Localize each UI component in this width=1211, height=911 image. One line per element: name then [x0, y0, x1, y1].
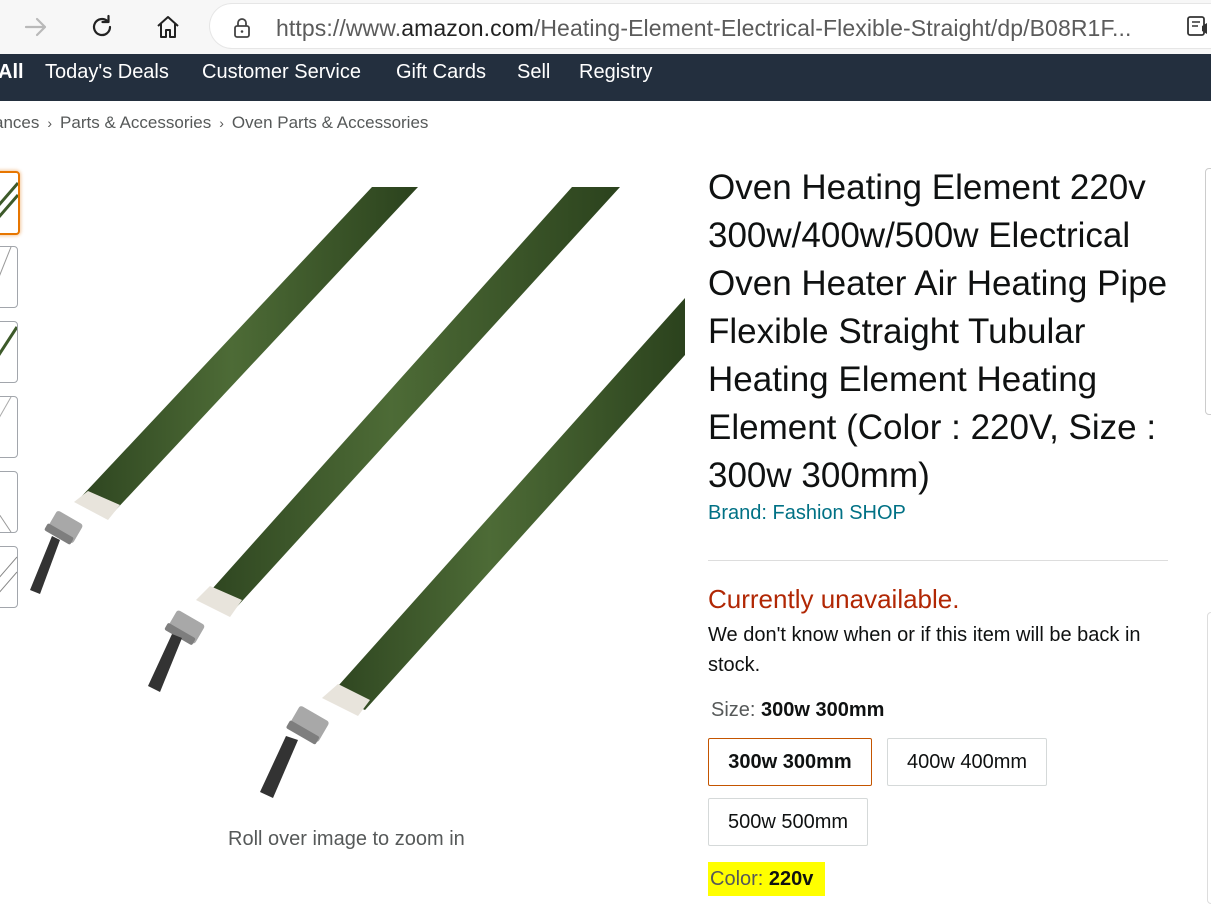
product-title: Oven Heating Element 220v 300w/400w/500w…: [708, 168, 1168, 495]
nav-sell[interactable]: Sell: [517, 61, 550, 84]
heating-tube-1: [30, 187, 418, 594]
size-option-400w[interactable]: 400w 400mm: [887, 738, 1047, 786]
amazon-nav-bar: All Today's Deals Customer Service Gift …: [0, 54, 1211, 101]
size-label-text: Size:: [711, 699, 756, 721]
color-label-text: Color:: [710, 868, 764, 890]
thumbnail-6[interactable]: [0, 546, 18, 608]
breadcrumb-separator-icon: ›: [219, 115, 224, 131]
url-host: amazon.com: [401, 15, 534, 41]
thumbnail-2[interactable]: [0, 246, 18, 308]
side-panel-edge: [1207, 612, 1211, 904]
breadcrumb: ances › Parts & Accessories › Oven Parts & A…: [0, 113, 428, 133]
availability-note: We don't know when or if this item will …: [708, 624, 1141, 676]
thumbnail-3[interactable]: [0, 321, 18, 383]
thumbnail-image: [0, 182, 18, 219]
browser-toolbar: https://www.amazon.com/Heating-Element-E…: [0, 0, 1211, 54]
nav-registry[interactable]: Registry: [579, 61, 652, 84]
breadcrumb-separator-icon: ›: [47, 115, 53, 131]
thumbnail-image: [0, 514, 12, 532]
buy-box-edge: [1205, 168, 1211, 415]
heating-tube-2: [148, 187, 620, 692]
nav-todays-deals[interactable]: Today's Deals: [45, 61, 169, 84]
forward-button[interactable]: [18, 9, 54, 45]
url-prefix: https://www.: [276, 15, 402, 41]
zoom-hint: Roll over image to zoom in: [228, 828, 465, 850]
home-button[interactable]: [150, 9, 186, 45]
nav-all[interactable]: All: [0, 61, 24, 84]
brand-link[interactable]: Brand: Fashion SHOP: [708, 502, 906, 525]
thumbnail-image: [0, 397, 12, 418]
heating-tube-3: [260, 298, 685, 798]
url-text[interactable]: https://www.amazon.com/Heating-Element-E…: [276, 15, 1132, 42]
availability-status: Currently unavailable.: [708, 584, 960, 614]
color-label: Color: 220v: [708, 862, 826, 896]
nav-customer-service[interactable]: Customer Service: [202, 61, 361, 84]
color-selected-value: 220v: [768, 868, 814, 890]
size-label: Size: 300w 300mm: [711, 699, 884, 722]
breadcrumb-item-appliances[interactable]: ances: [0, 113, 39, 132]
size-selected-value: 300w 300mm: [761, 699, 885, 721]
address-bar[interactable]: https://www.amazon.com/Heating-Element-E…: [210, 4, 1211, 48]
thumbnail-image: [0, 247, 12, 276]
thumbnail-4[interactable]: [0, 396, 18, 458]
lock-icon[interactable]: [232, 16, 252, 40]
thumbnail-image: [0, 556, 17, 593]
forward-arrow-icon: [24, 17, 47, 37]
main-product-image[interactable]: [20, 180, 685, 820]
breadcrumb-item-oven-parts[interactable]: Oven Parts & Accessories: [232, 113, 429, 132]
thumbnail-5[interactable]: [0, 471, 18, 533]
nav-gift-cards[interactable]: Gift Cards: [396, 61, 486, 84]
home-icon: [157, 16, 179, 38]
size-option-300w[interactable]: 300w 300mm: [708, 738, 872, 786]
url-path: /Heating-Element-Electrical-Flexible-Str…: [533, 15, 1132, 41]
thumbnail-1[interactable]: [0, 171, 20, 235]
reader-mode-icon[interactable]: [1186, 14, 1211, 38]
size-option-500w[interactable]: 500w 500mm: [708, 798, 868, 846]
breadcrumb-item-parts[interactable]: Parts & Accessories: [60, 113, 211, 132]
refresh-icon: [92, 14, 112, 37]
refresh-button[interactable]: [84, 9, 120, 45]
divider: [708, 560, 1168, 561]
thumbnail-image: [0, 326, 17, 356]
